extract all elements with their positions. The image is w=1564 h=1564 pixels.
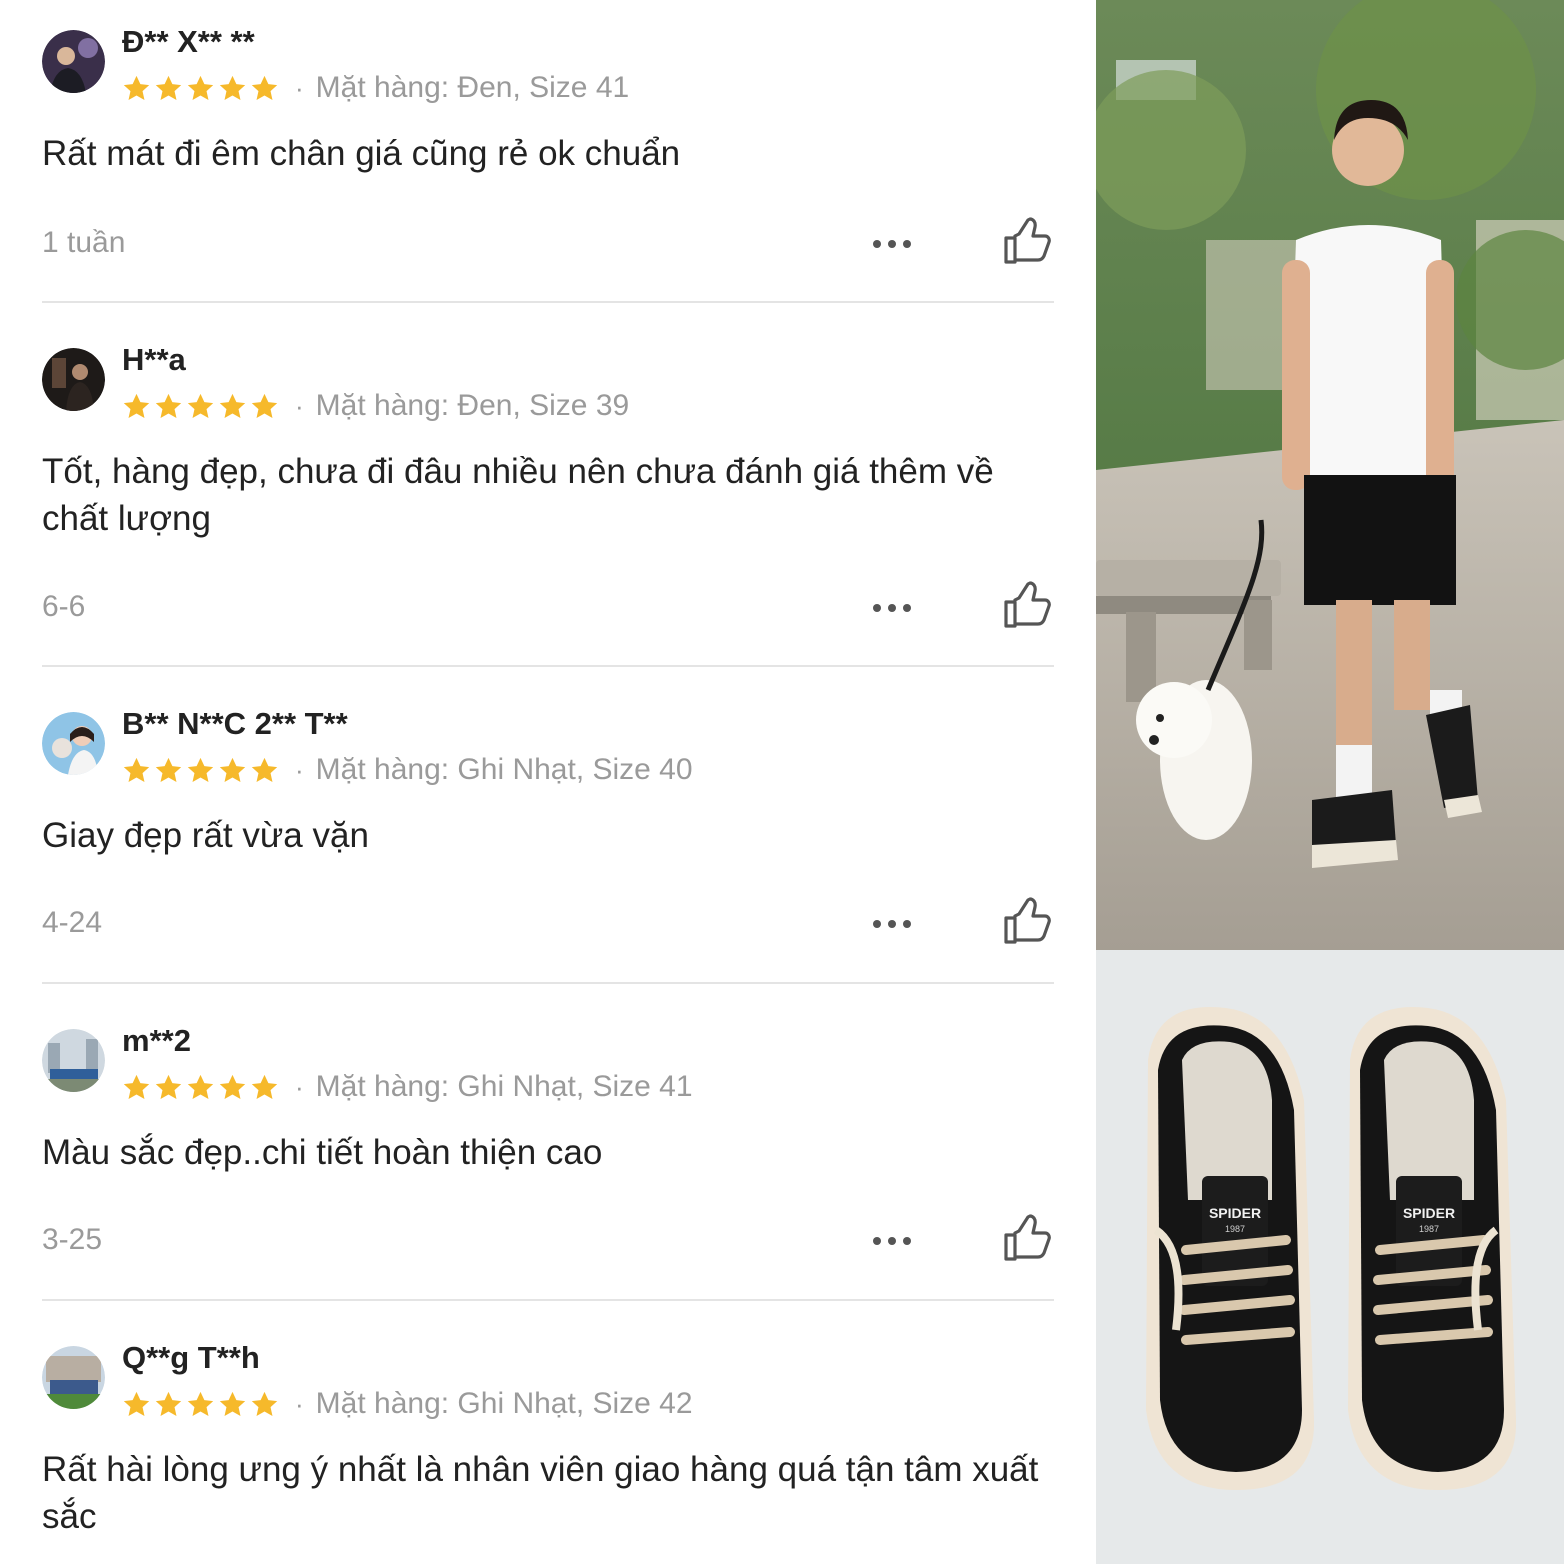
star-icon — [155, 75, 182, 100]
star-icon — [187, 75, 214, 100]
star-rating — [122, 392, 279, 421]
star-icon — [123, 1391, 150, 1416]
star-icon — [251, 1074, 278, 1099]
review-date: 4-24 — [42, 906, 103, 939]
review-meta: 3-25 — [42, 1211, 1054, 1271]
star-rating — [122, 1073, 279, 1102]
rating-row: · Mặt hàng: Đen, Size 39 — [122, 388, 629, 424]
review-text: Giay đẹp rất vừa vặn — [42, 816, 369, 855]
reviewer-name: H**a — [122, 342, 186, 377]
thumbs-up-icon[interactable] — [1000, 894, 1056, 950]
star-icon — [219, 757, 246, 782]
star-icon — [187, 757, 214, 782]
review-text: Tốt, hàng đẹp, chưa đi đâu nhiều nên chư… — [42, 452, 994, 538]
star-rating — [122, 756, 279, 785]
purchased-variant: Mặt hàng: Đen, Size 39 — [315, 389, 630, 422]
star-icon — [219, 393, 246, 418]
thumbs-up-icon[interactable] — [1000, 578, 1056, 634]
tongue-year-label: 1987 — [1419, 1224, 1439, 1234]
star-icon — [187, 1074, 214, 1099]
purchased-variant: Mặt hàng: Ghi Nhạt, Size 40 — [315, 753, 693, 786]
review-meta: 1 tuần — [42, 214, 1054, 274]
reviewer-name: B** N**C 2** T** — [122, 706, 348, 741]
purchased-variant: Mặt hàng: Ghi Nhạt, Size 42 — [315, 1387, 693, 1420]
rating-row: · Mặt hàng: Đen, Size 41 — [122, 70, 629, 106]
star-icon — [251, 393, 278, 418]
review-text: Rất mát đi êm chân giá cũng rẻ ok chuẩn — [42, 134, 681, 173]
tongue-brand-label: SPIDER — [1403, 1205, 1455, 1221]
star-rating — [122, 74, 279, 103]
reviewer-name: m**2 — [122, 1023, 191, 1058]
review-date: 3-25 — [42, 1223, 103, 1256]
reviewer-name: Đ** X** ** — [122, 24, 255, 59]
purchased-variant: Mặt hàng: Đen, Size 41 — [315, 71, 630, 104]
star-icon — [219, 1074, 246, 1099]
star-icon — [155, 757, 182, 782]
tongue-brand-label: SPIDER — [1209, 1205, 1261, 1221]
separator-dot: · — [295, 1388, 304, 1419]
star-icon — [187, 1391, 214, 1416]
thumbs-up-icon[interactable] — [1000, 214, 1056, 270]
star-icon — [155, 1074, 182, 1099]
product-photos: SPIDER 1987 SPIDER 1987 — [1096, 0, 1564, 1564]
shoe-left: SPIDER 1987 — [1146, 1007, 1315, 1490]
rating-row: · Mặt hàng: Ghi Nhạt, Size 41 — [122, 1069, 693, 1105]
more-options-icon[interactable] — [858, 898, 926, 950]
star-icon — [123, 393, 150, 418]
separator-dot: · — [295, 1071, 304, 1102]
shoe-right: SPIDER 1987 — [1348, 1007, 1517, 1490]
review-text: Màu sắc đẹp..chi tiết hoàn thiện cao — [42, 1133, 603, 1172]
star-icon — [123, 757, 150, 782]
divider — [42, 982, 1054, 984]
divider — [42, 1299, 1054, 1301]
review-date: 1 tuần — [42, 226, 126, 259]
star-icon — [251, 757, 278, 782]
avatar[interactable] — [42, 30, 105, 93]
more-options-icon[interactable] — [858, 1215, 926, 1267]
review-text: Rất hài lòng ưng ý nhất là nhân viên gia… — [42, 1450, 1039, 1536]
rating-row: · Mặt hàng: Ghi Nhạt, Size 40 — [122, 752, 693, 788]
lifestyle-photo[interactable] — [1096, 0, 1564, 950]
avatar[interactable] — [42, 1029, 105, 1092]
rating-row: · Mặt hàng: Ghi Nhạt, Size 42 — [122, 1386, 693, 1422]
star-icon — [251, 1391, 278, 1416]
avatar[interactable] — [42, 348, 105, 411]
star-icon — [219, 75, 246, 100]
review-list: Đ** X** ** · Mặt hàng: Đen, Size 41 Rất … — [0, 0, 1096, 1564]
star-rating — [122, 1390, 279, 1419]
avatar[interactable] — [42, 1346, 105, 1409]
purchased-variant: Mặt hàng: Ghi Nhạt, Size 41 — [315, 1070, 693, 1103]
star-icon — [123, 1074, 150, 1099]
more-options-icon[interactable] — [858, 218, 926, 270]
thumbs-up-icon[interactable] — [1000, 1211, 1056, 1267]
tongue-year-label: 1987 — [1225, 1224, 1245, 1234]
separator-dot: · — [295, 754, 304, 785]
review-meta: 4-24 — [42, 894, 1054, 954]
divider — [42, 301, 1054, 303]
separator-dot: · — [295, 72, 304, 103]
divider — [42, 665, 1054, 667]
star-icon — [123, 75, 150, 100]
review-meta: 6-6 — [42, 578, 1054, 638]
star-icon — [219, 1391, 246, 1416]
star-icon — [251, 75, 278, 100]
star-icon — [155, 1391, 182, 1416]
more-options-icon[interactable] — [858, 582, 926, 634]
product-photo[interactable]: SPIDER 1987 SPIDER 1987 — [1096, 950, 1564, 1564]
separator-dot: · — [295, 390, 304, 421]
star-icon — [155, 393, 182, 418]
reviewer-name: Q**g T**h — [122, 1340, 260, 1375]
avatar[interactable] — [42, 712, 105, 775]
review-date: 6-6 — [42, 590, 86, 623]
star-icon — [187, 393, 214, 418]
